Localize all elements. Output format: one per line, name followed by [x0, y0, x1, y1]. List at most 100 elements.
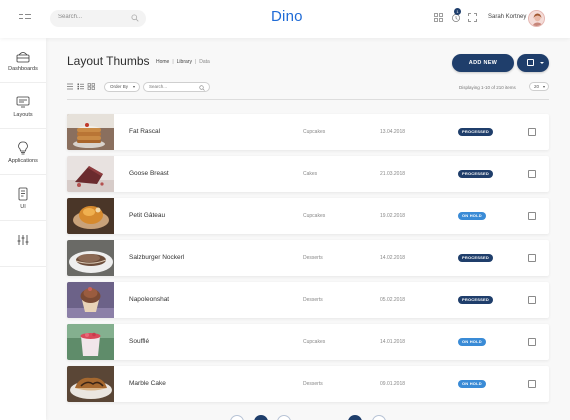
sidebar-item-label: Dashboards: [8, 66, 38, 72]
global-search-input[interactable]: [58, 14, 128, 20]
page-title: Layout Thumbs: [67, 54, 150, 68]
chevron-down-icon[interactable]: [540, 62, 544, 64]
lightbulb-icon: [18, 141, 28, 155]
order-by-label: Order By: [110, 84, 129, 89]
item-thumbnail[interactable]: [67, 240, 114, 276]
status-badge: PROCESSED: [458, 128, 493, 136]
breadcrumb-current: Data: [199, 59, 210, 65]
item-name[interactable]: Goose Breast: [129, 170, 169, 177]
row-checkbox[interactable]: [528, 128, 536, 136]
list-item[interactable]: Fat Rascal Cupcakes 13.04.2018 PROCESSED: [67, 114, 549, 150]
global-search[interactable]: [50, 10, 146, 27]
select-all-checkbox[interactable]: [527, 59, 534, 66]
pagination-first[interactable]: [230, 415, 244, 420]
list-view-icon: [67, 83, 73, 90]
menu-settings-icon: [17, 235, 29, 245]
item-date: 09.01.2018: [380, 381, 406, 387]
status-badge: PROCESSED: [458, 296, 493, 304]
item-category: Desserts: [303, 297, 323, 303]
item-category: Cupcakes: [303, 213, 326, 219]
menu-toggle-icon[interactable]: [19, 13, 31, 23]
item-category: Cupcakes: [303, 129, 326, 135]
item-name[interactable]: Salzburger Nockerl: [129, 254, 184, 261]
notification-badge: 1: [454, 8, 461, 15]
view-mode-switcher[interactable]: [67, 83, 97, 90]
pagination-next[interactable]: [348, 415, 362, 420]
search-icon: [199, 85, 205, 91]
order-by-dropdown[interactable]: Order By: [104, 82, 140, 92]
item-thumbnail[interactable]: [67, 366, 114, 402]
sidebar-item-menu[interactable]: [0, 222, 46, 267]
item-date: 13.04.2018: [380, 129, 406, 135]
breadcrumb: Home | Library | Data: [156, 59, 210, 65]
chevron-down-icon: [133, 86, 135, 88]
item-name[interactable]: Soufflé: [129, 338, 149, 345]
item-category: Desserts: [303, 255, 323, 261]
list-item[interactable]: Soufflé Cupcakes 14.01.2018 ON HOLD: [67, 324, 549, 360]
item-name[interactable]: Marble Cake: [129, 380, 166, 387]
item-thumbnail[interactable]: [67, 198, 114, 234]
divider: [67, 99, 549, 100]
row-checkbox[interactable]: [528, 338, 536, 346]
sidebar: Dashboards Layouts Applications UI: [0, 38, 46, 420]
items-count-text: Displaying 1-10 of 210 items: [459, 85, 516, 90]
breadcrumb-library[interactable]: Library: [177, 59, 192, 65]
user-name[interactable]: Sarah Kortney: [488, 14, 526, 20]
sidebar-item-label: UI: [20, 204, 26, 210]
breadcrumb-home[interactable]: Home: [156, 59, 169, 65]
item-category: Desserts: [303, 381, 323, 387]
status-badge: PROCESSED: [458, 254, 493, 262]
row-checkbox[interactable]: [528, 170, 536, 178]
sidebar-item-label: Applications: [8, 158, 38, 164]
pagination-page[interactable]: [277, 415, 291, 420]
sidebar-item-dashboards[interactable]: Dashboards: [0, 38, 46, 83]
top-bar: Dino 1 Sarah Kortney: [0, 0, 570, 38]
row-checkbox[interactable]: [528, 212, 536, 220]
row-checkbox[interactable]: [528, 380, 536, 388]
status-badge: ON HOLD: [458, 212, 486, 220]
item-name[interactable]: Fat Rascal: [129, 128, 160, 135]
item-date: 21.03.2018: [380, 171, 406, 177]
list-search[interactable]: [143, 82, 210, 92]
per-page-value: 20: [534, 84, 540, 89]
pagination-last[interactable]: [372, 415, 386, 420]
list-item[interactable]: Napoleonshat Desserts 05.02.2018 PROCESS…: [67, 282, 549, 318]
row-checkbox[interactable]: [528, 254, 536, 262]
list-item[interactable]: Petit Gâteau Cupcakes 19.02.2018 ON HOLD: [67, 198, 549, 234]
list-item[interactable]: Marble Cake Desserts 09.01.2018 ON HOLD: [67, 366, 549, 402]
user-avatar[interactable]: [528, 10, 545, 27]
per-page-dropdown[interactable]: 20: [529, 82, 549, 91]
fullscreen-icon[interactable]: [468, 13, 477, 22]
item-thumbnail[interactable]: [67, 324, 114, 360]
status-badge: ON HOLD: [458, 338, 486, 346]
item-date: 19.02.2018: [380, 213, 406, 219]
item-thumbnail[interactable]: [67, 282, 114, 318]
sidebar-item-ui[interactable]: UI: [0, 176, 46, 221]
list-item[interactable]: Salzburger Nockerl Desserts 14.02.2018 P…: [67, 240, 549, 276]
item-thumbnail[interactable]: [67, 156, 114, 192]
item-date: 14.02.2018: [380, 255, 406, 261]
ui-icon: [18, 187, 28, 201]
item-name[interactable]: Napoleonshat: [129, 296, 169, 303]
item-date: 05.02.2018: [380, 297, 406, 303]
item-name[interactable]: Petit Gâteau: [129, 212, 165, 219]
select-all-split-button[interactable]: [517, 54, 549, 72]
layouts-icon: [16, 96, 30, 108]
item-thumbnail[interactable]: [67, 114, 114, 150]
sidebar-item-layouts[interactable]: Layouts: [0, 84, 46, 129]
sidebar-item-applications[interactable]: Applications: [0, 130, 46, 175]
row-checkbox[interactable]: [528, 296, 536, 304]
add-new-button[interactable]: ADD NEW: [452, 54, 514, 72]
list-item[interactable]: Goose Breast Cakes 21.03.2018 PROCESSED: [67, 156, 549, 192]
status-badge: PROCESSED: [458, 170, 493, 178]
dashboard-icon: [16, 52, 30, 63]
pagination-previous[interactable]: [254, 415, 268, 420]
item-date: 14.01.2018: [380, 339, 406, 345]
chevron-down-icon: [543, 86, 545, 88]
list-search-input[interactable]: [149, 84, 199, 89]
item-category: Cupcakes: [303, 339, 326, 345]
app-logo[interactable]: Dino: [271, 8, 303, 25]
status-badge: ON HOLD: [458, 380, 486, 388]
thumb-view-icon: [87, 83, 95, 90]
apps-grid-icon[interactable]: [434, 13, 443, 22]
